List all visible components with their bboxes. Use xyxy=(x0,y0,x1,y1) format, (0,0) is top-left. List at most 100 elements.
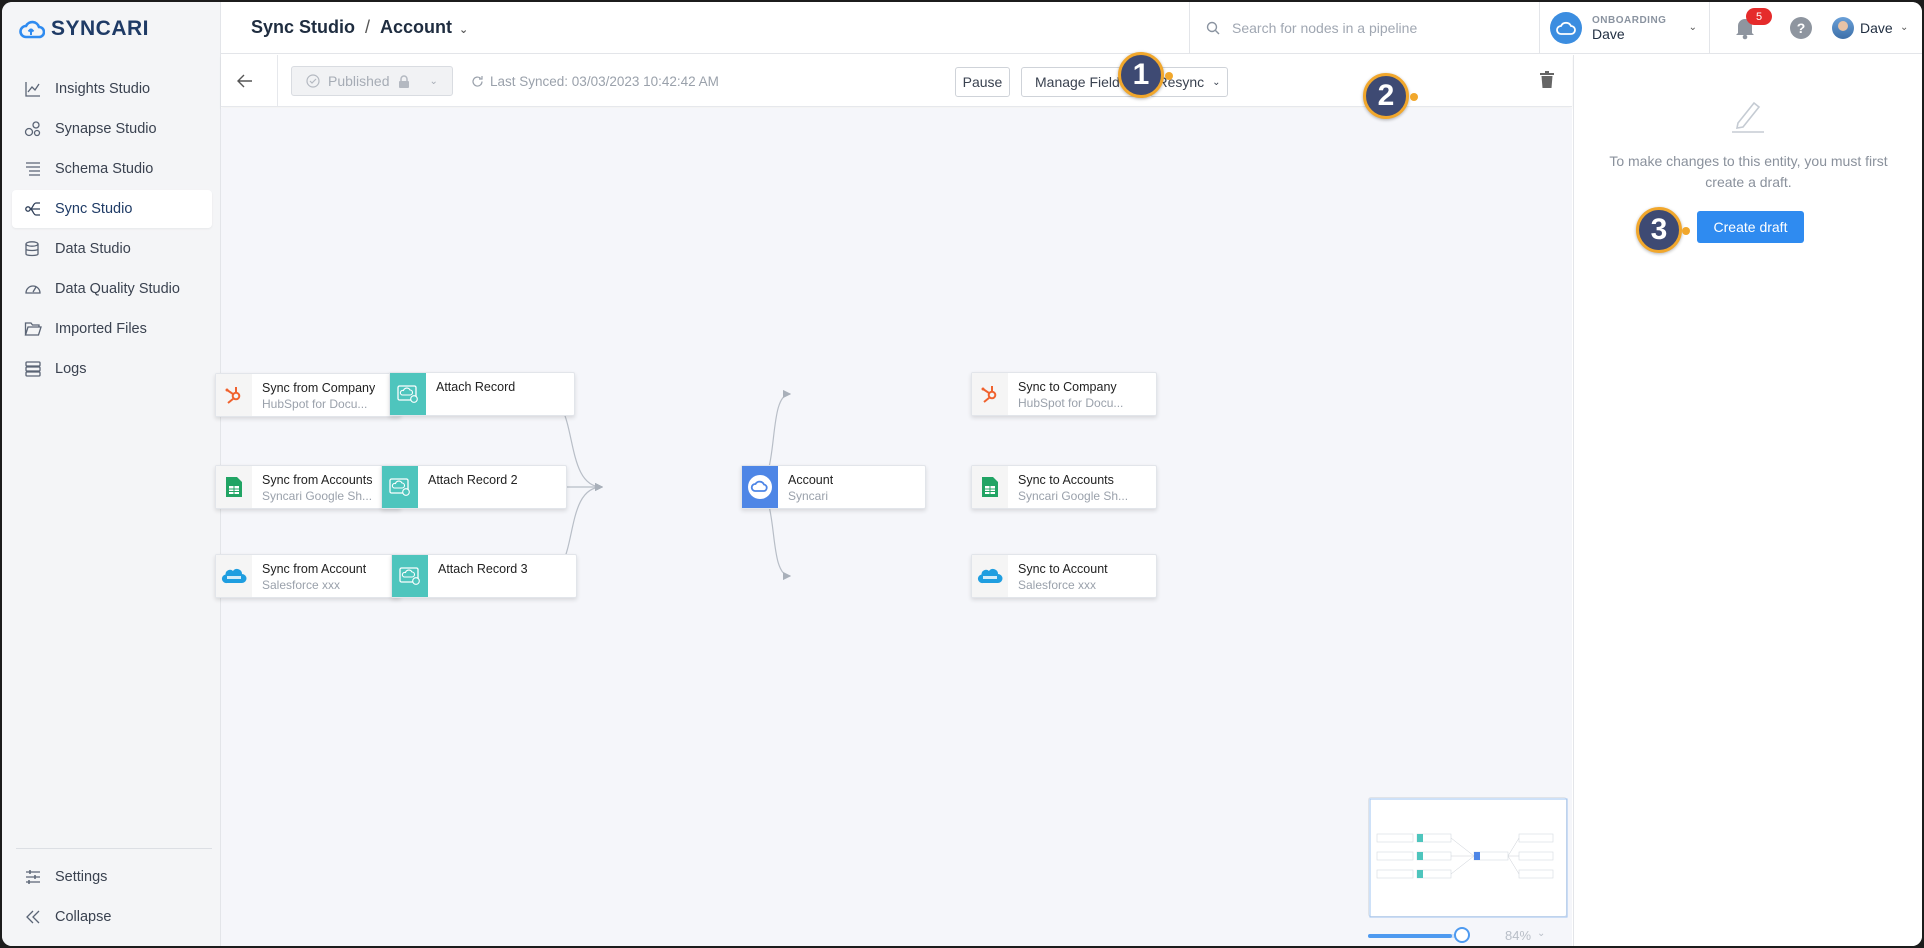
sidebar-divider xyxy=(16,848,212,849)
app-window: SYNCARI Insights Studio Synapse Studio S… xyxy=(2,2,1922,946)
syncari-logo[interactable]: SYNCARI xyxy=(19,16,149,42)
zoom-value: 84% xyxy=(1505,928,1532,943)
status-dropdown[interactable]: Published ⌄ xyxy=(291,66,453,96)
sidebar-item-data-studio[interactable]: Data Studio xyxy=(12,230,212,268)
org-cloud-icon xyxy=(1550,12,1582,44)
node-body: Attach Record xyxy=(426,373,515,415)
node-title: Attach Record 3 xyxy=(438,562,528,576)
back-button[interactable] xyxy=(231,67,259,95)
sidebar-item-label: Imported Files xyxy=(55,321,147,337)
chevron-down-icon[interactable]: ⌄ xyxy=(1900,22,1908,33)
search-icon xyxy=(1206,21,1220,35)
top-header: Sync Studio / Account ⌄ ONBOARDING Dave … xyxy=(221,2,1922,54)
trash-icon[interactable] xyxy=(1539,71,1555,89)
toolbar-divider xyxy=(277,55,278,107)
breadcrumb-current-label: Account xyxy=(380,17,453,37)
target-node-hubspot[interactable]: Sync to Company HubSpot for Docu... xyxy=(971,372,1157,416)
zoom-select[interactable]: 84% ⌄ xyxy=(1505,928,1545,943)
node-subtitle: HubSpot for Docu... xyxy=(262,397,368,411)
source-node-google-sheets[interactable]: Sync from Accounts Syncari Google Sh... xyxy=(215,465,401,509)
sidebar-item-settings[interactable]: Settings xyxy=(12,858,212,896)
sidebar-item-imported-files[interactable]: Imported Files xyxy=(12,310,212,348)
syncari-entity-icon xyxy=(742,466,778,508)
zoom-slider[interactable] xyxy=(1368,934,1468,938)
node-body: Account Syncari xyxy=(778,466,833,508)
sidebar-bottom: Settings Collapse xyxy=(12,858,212,938)
minimap[interactable] xyxy=(1368,797,1568,918)
lock-icon xyxy=(398,74,409,88)
synapse-icon xyxy=(23,119,43,139)
node-body: Sync from Accounts Syncari Google Sh... xyxy=(252,466,372,508)
target-node-google-sheets[interactable]: Sync to Accounts Syncari Google Sh... xyxy=(971,465,1157,509)
sidebar-item-insights-studio[interactable]: Insights Studio xyxy=(12,70,212,108)
search-input[interactable] xyxy=(1232,20,1522,36)
node-title: Sync from Company xyxy=(262,381,376,395)
sidebar: SYNCARI Insights Studio Synapse Studio S… xyxy=(2,2,221,946)
chevron-down-icon: ⌄ xyxy=(1537,928,1546,939)
chevron-down-icon: ⌄ xyxy=(459,24,469,36)
notification-badge: 5 xyxy=(1746,8,1772,25)
chevron-down-icon: ⌄ xyxy=(1212,76,1221,88)
node-subtitle: Syncari xyxy=(788,489,829,503)
avatar[interactable] xyxy=(1832,17,1854,39)
help-icon[interactable]: ? xyxy=(1790,17,1812,39)
sidebar-item-label: Sync Studio xyxy=(55,201,133,217)
node-body: Attach Record 2 xyxy=(418,466,518,508)
entity-side-panel: To make changes to this entity, you must… xyxy=(1573,55,1922,946)
sidebar-item-logs[interactable]: Logs xyxy=(12,350,212,388)
sidebar-item-sync-studio[interactable]: Sync Studio xyxy=(12,190,212,228)
refresh-icon xyxy=(472,76,483,87)
google-sheets-icon xyxy=(216,466,252,508)
header-actions: 5 ? Dave ⌄ xyxy=(1709,2,1922,54)
org-switcher[interactable]: ONBOARDING Dave ⌄ xyxy=(1539,2,1709,54)
attach-record-node[interactable]: Attach Record xyxy=(389,372,575,416)
brand-name: SYNCARI xyxy=(51,17,150,40)
minimap-preview xyxy=(1369,798,1568,918)
chart-icon xyxy=(23,79,43,99)
callout-marker-2: 2 xyxy=(1363,73,1409,119)
pencil-icon xyxy=(1732,101,1764,133)
breadcrumb-root[interactable]: Sync Studio xyxy=(251,17,355,38)
org-name: Dave xyxy=(1592,25,1625,42)
attach-record-3-node[interactable]: Attach Record 3 xyxy=(391,554,577,598)
salesforce-icon xyxy=(972,555,1008,597)
sidebar-item-synapse-studio[interactable]: Synapse Studio xyxy=(12,110,212,148)
logs-icon xyxy=(23,359,43,379)
attach-record-2-node[interactable]: Attach Record 2 xyxy=(381,465,567,509)
hubspot-icon xyxy=(972,373,1008,415)
pause-button[interactable]: Pause xyxy=(955,67,1010,97)
sliders-icon xyxy=(23,867,43,887)
target-node-salesforce[interactable]: Sync to Account Salesforce xxx xyxy=(971,554,1157,598)
user-name[interactable]: Dave xyxy=(1860,20,1893,36)
double-chevron-left-icon xyxy=(23,907,43,927)
sidebar-nav: Insights Studio Synapse Studio Schema St… xyxy=(12,70,212,390)
pipeline-canvas[interactable]: Sync from Company HubSpot for Docu... Sy… xyxy=(215,108,1572,946)
gauge-icon xyxy=(23,279,43,299)
attach-record-icon xyxy=(392,555,428,597)
node-subtitle: Salesforce xxx xyxy=(262,578,341,592)
entity-node-account[interactable]: Account Syncari xyxy=(741,465,926,509)
node-body: Attach Record 3 xyxy=(428,555,528,597)
breadcrumb-current[interactable]: Account ⌄ xyxy=(380,17,468,38)
sidebar-collapse-button[interactable]: Collapse xyxy=(12,898,212,936)
node-body: Sync from Account Salesforce xxx xyxy=(252,555,366,597)
chevron-down-icon: ⌄ xyxy=(429,75,438,87)
sidebar-item-schema-studio[interactable]: Schema Studio xyxy=(12,150,212,188)
callout-pointer-3 xyxy=(1682,227,1690,235)
source-node-hubspot[interactable]: Sync from Company HubSpot for Docu... xyxy=(215,373,401,417)
sidebar-item-data-quality-studio[interactable]: Data Quality Studio xyxy=(12,270,212,308)
node-title: Attach Record xyxy=(436,380,516,394)
google-sheets-icon xyxy=(972,466,1008,508)
create-draft-button[interactable]: Create draft xyxy=(1697,211,1804,243)
breadcrumb: Sync Studio / Account ⌄ xyxy=(251,17,468,38)
status-label: Published xyxy=(328,73,390,89)
check-circle-icon xyxy=(306,74,320,88)
callout-pointer-1 xyxy=(1165,72,1173,80)
schema-icon xyxy=(23,159,43,179)
zoom-slider-handle[interactable] xyxy=(1454,927,1470,943)
source-node-salesforce[interactable]: Sync from Account Salesforce xxx xyxy=(215,554,401,598)
node-body: Sync to Company HubSpot for Docu... xyxy=(1008,373,1123,415)
chevron-down-icon: ⌄ xyxy=(1688,22,1697,33)
org-label: ONBOARDING xyxy=(1592,14,1667,26)
node-title: Sync to Account xyxy=(1018,562,1108,576)
